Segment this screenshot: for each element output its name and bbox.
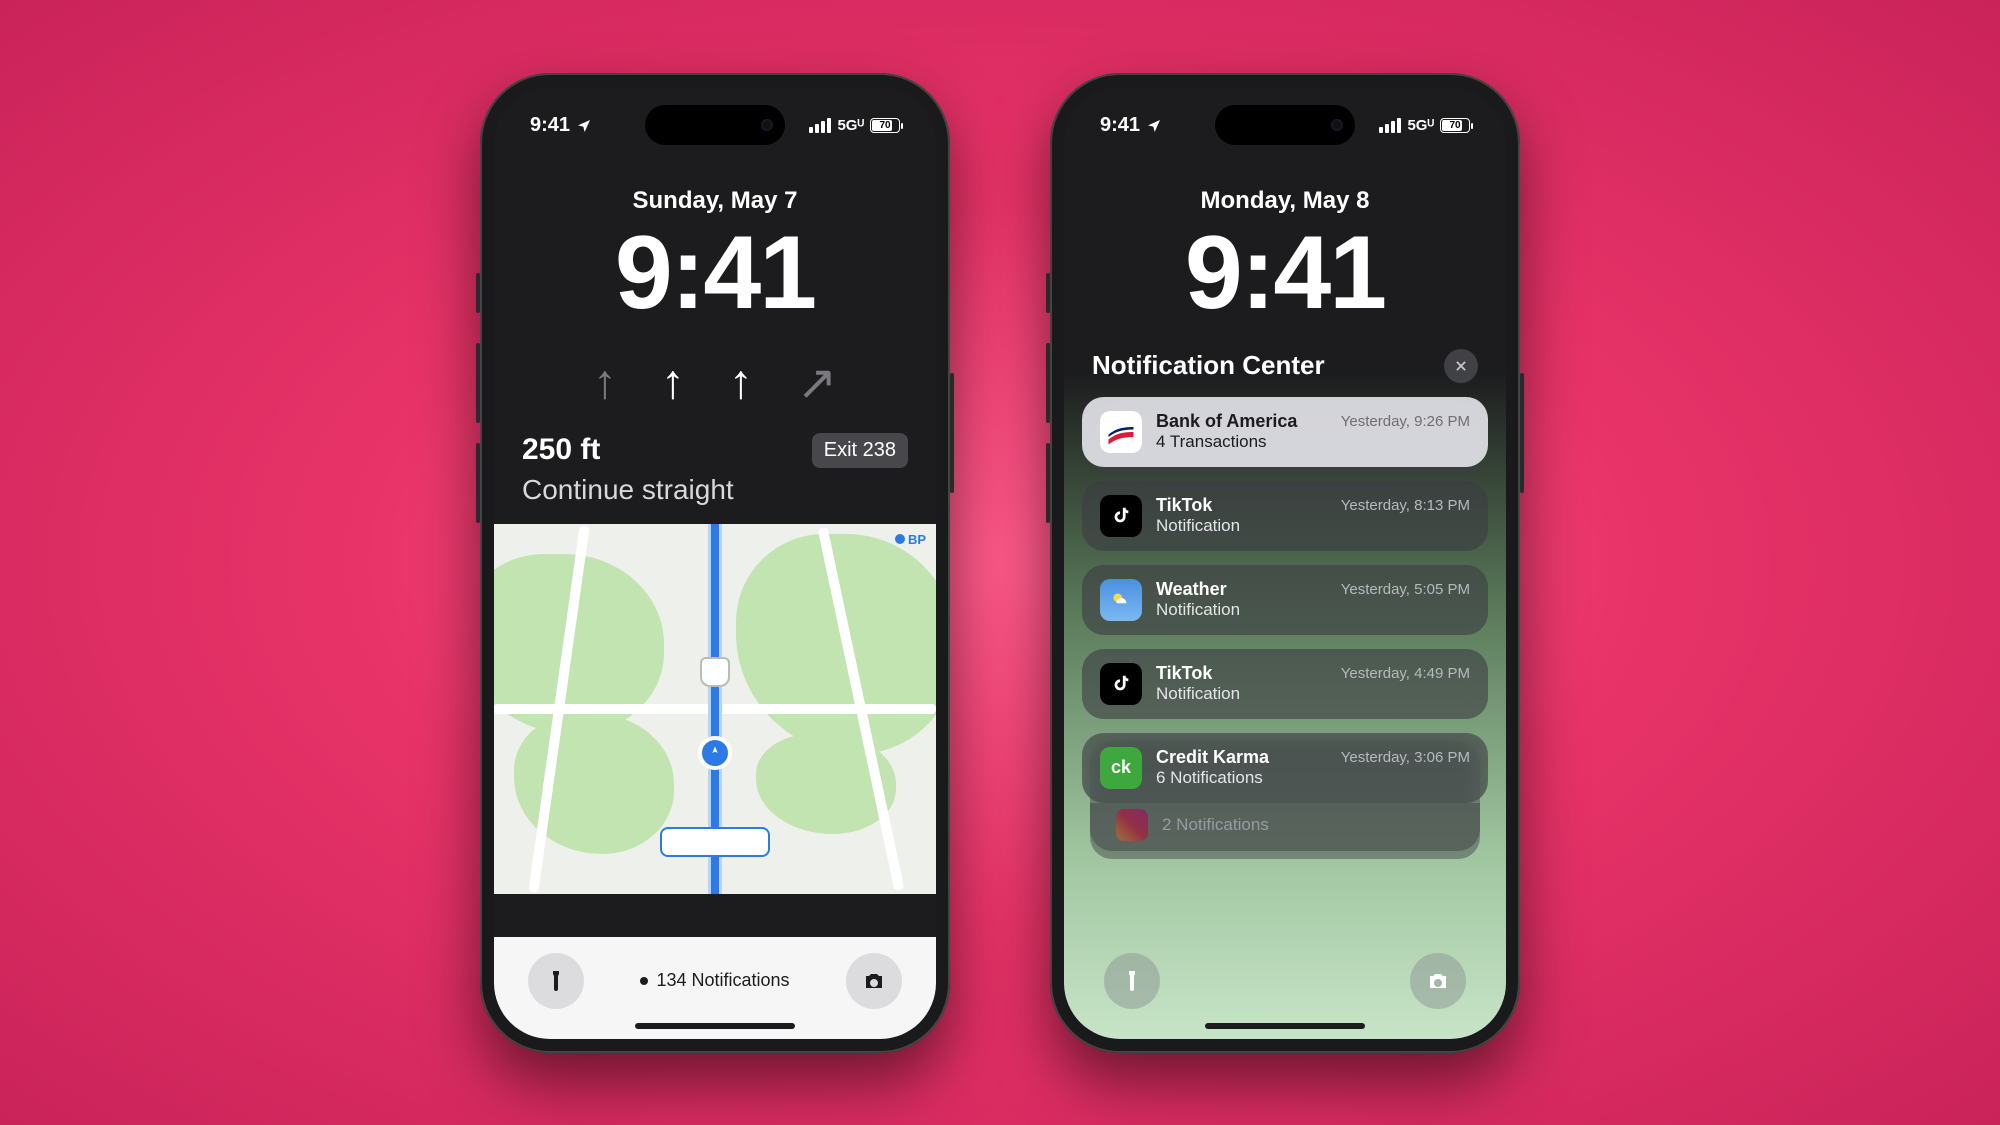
creditkarma-icon: ck — [1100, 747, 1142, 789]
notification-count[interactable]: 134 Notifications — [640, 970, 789, 991]
phone-right: 9:41 5Gᵁ 70 Monday, May 8 9:41 Notificat… — [1050, 73, 1520, 1053]
notification-center-title: Notification Center — [1092, 350, 1325, 381]
notification-item[interactable]: ck Credit Karma6 Notifications Yesterday… — [1082, 733, 1488, 851]
lock-bottom-bar: 134 Notifications — [494, 937, 936, 1039]
lane-arrow-icon: ↑ — [593, 355, 617, 411]
phone-left: 9:41 5Gᵁ 70 Sunday, May 7 9:41 ↑ ↑ ↑ ↗ 2… — [480, 73, 950, 1053]
lock-time: 9:41 — [494, 221, 936, 325]
flashlight-icon — [1120, 969, 1144, 993]
lane-guidance: ↑ ↑ ↑ ↗ — [522, 355, 908, 411]
lock-date: Sunday, May 7 — [494, 187, 936, 215]
notification-item[interactable]: Bank of America4 Transactions Yesterday,… — [1082, 397, 1488, 467]
signal-icon — [809, 118, 831, 133]
network-label: 5Gᵁ — [1407, 117, 1434, 134]
lock-date: Monday, May 8 — [1064, 187, 1506, 215]
nav-panel[interactable]: ↑ ↑ ↑ ↗ 250 ft Exit 238 Continue straigh… — [494, 325, 936, 524]
flashlight-icon — [544, 969, 568, 993]
camera-button[interactable] — [846, 953, 902, 1009]
lock-time: 9:41 — [1064, 221, 1506, 325]
user-location-icon — [698, 736, 732, 770]
notification-list[interactable]: Bank of America4 Transactions Yesterday,… — [1064, 383, 1506, 851]
camera-icon — [862, 969, 886, 993]
home-indicator[interactable] — [635, 1023, 795, 1029]
bofa-icon — [1100, 411, 1142, 453]
tiktok-icon — [1100, 663, 1142, 705]
notification-item[interactable]: WeatherNotification Yesterday, 5:05 PM — [1082, 565, 1488, 635]
signal-icon — [1379, 118, 1401, 133]
notification-item[interactable]: TikTokNotification Yesterday, 4:49 PM — [1082, 649, 1488, 719]
dynamic-island — [1215, 105, 1355, 145]
tiktok-icon — [1100, 495, 1142, 537]
exit-chip: Exit 238 — [812, 433, 908, 468]
status-time: 9:41 — [1100, 114, 1140, 137]
battery-icon: 70 — [870, 118, 900, 133]
battery-icon: 70 — [1440, 118, 1470, 133]
status-time: 9:41 — [530, 114, 570, 137]
destination-chip — [660, 827, 770, 857]
nav-instruction: Continue straight — [522, 474, 908, 506]
lane-arrow-icon: ↑ — [729, 355, 753, 411]
weather-icon — [1100, 579, 1142, 621]
location-icon — [1146, 118, 1162, 134]
map-poi-label: BP — [895, 532, 926, 547]
map-view[interactable]: BP — [494, 524, 936, 894]
nav-distance: 250 ft — [522, 433, 600, 467]
lane-arrow-icon: ↑ — [661, 355, 685, 411]
flashlight-button[interactable] — [528, 953, 584, 1009]
location-icon — [576, 118, 592, 134]
lock-bottom-bar — [1064, 937, 1506, 1039]
highway-shield-icon — [700, 657, 730, 687]
camera-button[interactable] — [1410, 953, 1466, 1009]
close-icon — [1454, 359, 1468, 373]
camera-icon — [1426, 969, 1450, 993]
close-button[interactable] — [1444, 349, 1478, 383]
dynamic-island — [645, 105, 785, 145]
notification-item[interactable]: TikTokNotification Yesterday, 8:13 PM — [1082, 481, 1488, 551]
home-indicator[interactable] — [1205, 1023, 1365, 1029]
lane-arrow-right-icon: ↗ — [797, 355, 837, 411]
network-label: 5Gᵁ — [837, 117, 864, 134]
flashlight-button[interactable] — [1104, 953, 1160, 1009]
